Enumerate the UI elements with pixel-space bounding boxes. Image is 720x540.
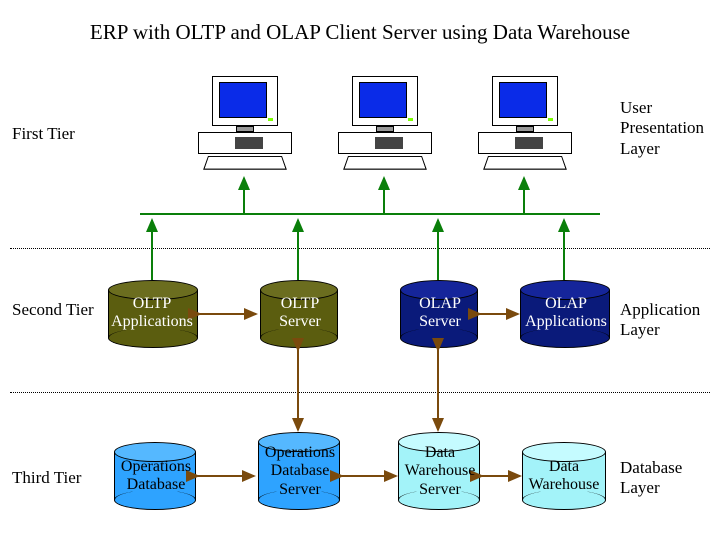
label-olap-server: OLAP Server <box>380 295 500 332</box>
label-operations-database-server: Operations Database Server <box>240 444 360 499</box>
label-operations-database: Operations Database <box>96 458 216 495</box>
label-user-layer: User Presentation Layer <box>620 98 704 159</box>
label-second-tier: Second Tier <box>12 300 94 320</box>
label-first-tier: First Tier <box>12 124 75 144</box>
label-data-warehouse-server: Data Warehouse Server <box>380 444 500 499</box>
label-third-tier: Third Tier <box>12 468 81 488</box>
page-title: ERP with OLTP and OLAP Client Server usi… <box>0 20 720 45</box>
client-computer-2 <box>330 76 440 176</box>
label-app-layer: Application Layer <box>620 300 700 341</box>
label-data-warehouse: Data Warehouse <box>504 458 624 495</box>
client-computer-3 <box>470 76 580 176</box>
label-olap-applications: OLAP Applications <box>506 295 626 332</box>
label-oltp-server: OLTP Server <box>240 295 360 332</box>
monitor-icon <box>352 76 418 126</box>
label-db-layer: Database Layer <box>620 458 682 499</box>
monitor-icon <box>212 76 278 126</box>
client-computer-1 <box>190 76 300 176</box>
divider-1 <box>10 248 710 249</box>
divider-2 <box>10 392 710 393</box>
label-oltp-applications: OLTP Applications <box>92 295 212 332</box>
monitor-icon <box>492 76 558 126</box>
